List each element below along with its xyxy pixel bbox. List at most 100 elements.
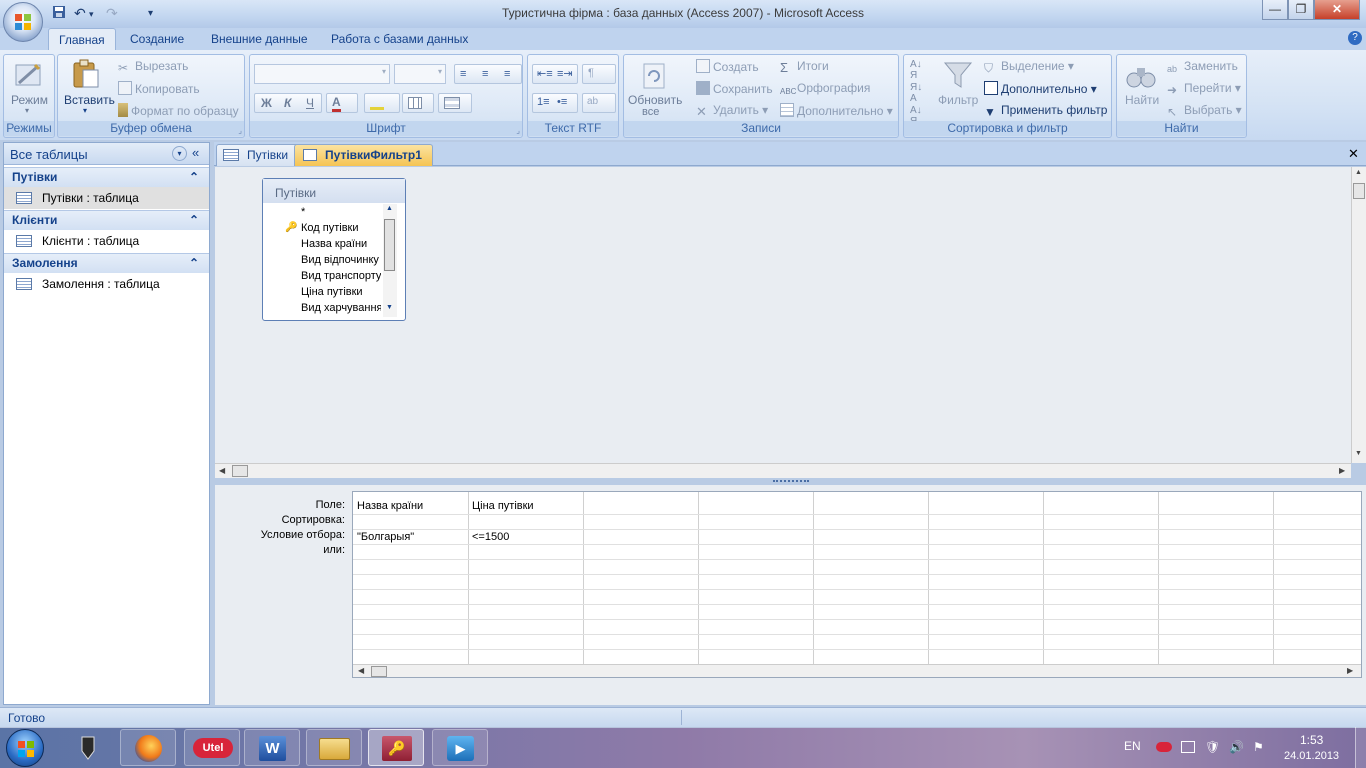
tab-create[interactable]: Создание (120, 28, 194, 50)
office-button[interactable] (3, 2, 43, 42)
nav-item-zamolennya-table[interactable]: Замолення : таблица (4, 273, 209, 295)
security-tray-icon[interactable]: 🛡 (1205, 740, 1220, 754)
field-item[interactable]: Вид харчування (301, 300, 381, 316)
field-item[interactable]: * (301, 204, 381, 220)
scroll-up-icon[interactable]: ▲ (386, 205, 393, 212)
copy-icon (118, 81, 132, 95)
view-button[interactable]: Режим (11, 93, 48, 107)
grid-criteria-cell[interactable]: <=1500 (472, 531, 509, 543)
query-design-grid[interactable]: Назва країни Ціна путівки "Болгарыя" <=1… (352, 491, 1362, 678)
collapse-group-icon[interactable]: ⌃ (189, 211, 199, 230)
align-right-icon: ≡ (504, 68, 511, 80)
doc-tab-putivky[interactable]: Путівки (216, 144, 300, 166)
apply-filter-button[interactable]: ▼ Применить фильтр (984, 103, 1107, 119)
field-item[interactable]: Код путівки (301, 220, 381, 236)
sort-descending-icon: Я↓ А (910, 82, 923, 104)
taskbar-utel[interactable]: Utel (184, 729, 240, 766)
nav-pane-header[interactable]: Все таблицы ▾ « (4, 143, 209, 165)
splitter-grip-icon[interactable] (773, 480, 809, 482)
volume-icon[interactable]: 🔊 (1229, 740, 1244, 754)
language-indicator[interactable]: EN (1124, 739, 1141, 753)
refresh-icon (638, 60, 670, 92)
paste-button[interactable]: Вставить (64, 93, 115, 107)
collapse-group-icon[interactable]: ⌃ (189, 168, 199, 187)
nav-pane-title: Все таблицы (10, 147, 88, 162)
undo-icon[interactable]: ↶ (74, 5, 86, 21)
scroll-left-icon[interactable]: ◀ (358, 666, 364, 675)
upper-hscrollbar[interactable]: ◀ ▶ (215, 463, 1351, 478)
taskbar-media-player[interactable]: ▶ (432, 729, 488, 766)
field-item[interactable]: Вид транспорту (301, 268, 381, 284)
scroll-down-icon[interactable]: ▼ (1355, 450, 1362, 457)
paste-icon (70, 58, 102, 90)
field-item[interactable]: Вид відпочинку (301, 252, 381, 268)
group-records: Обновить все Создать Сохранить ✕ Удалить … (623, 54, 899, 138)
field-item[interactable]: Ціна путівки (301, 284, 381, 300)
grid-criteria-cell[interactable]: "Болгарыя" (357, 531, 414, 543)
clipboard-launcher-icon[interactable]: ⌟ (238, 126, 242, 135)
view-dropdown-icon[interactable]: ▾ (25, 106, 29, 115)
refresh-all-button[interactable]: Обновить (628, 93, 682, 107)
tab-database-tools[interactable]: Работа с базами данных (321, 28, 478, 50)
taskbar-access[interactable]: 🔑 (368, 729, 424, 766)
clock-date[interactable]: 24.01.2013 (1284, 750, 1339, 762)
decrease-indent-icon: ⇤≡ (537, 68, 553, 80)
start-button[interactable] (6, 729, 44, 767)
group-rtf: ⇤≡ ≡⇥ ¶ 1≡ •≡ ab Текст RTF (527, 54, 619, 138)
scroll-up-icon[interactable]: ▲ (1355, 169, 1362, 176)
upper-vscrollbar[interactable]: ▲ ▼ (1351, 167, 1366, 463)
customize-qat-icon[interactable]: ▾ (148, 8, 153, 24)
grid-hscrollbar[interactable]: ◀ ▶ (353, 664, 1361, 677)
taskbar-firefox[interactable] (120, 729, 176, 766)
tab-external-data[interactable]: Внешние данные (201, 28, 318, 50)
nav-group-putivky[interactable]: Путівки ⌃ (4, 167, 209, 187)
nav-menu-dropdown-icon[interactable]: ▾ (172, 146, 187, 161)
utel-tray-icon[interactable] (1156, 742, 1172, 752)
field-item[interactable]: Назва країни (301, 236, 381, 252)
grid-field-cell[interactable]: Ціна путівки (472, 500, 534, 512)
selection-filter-icon: ⛉ (984, 61, 994, 75)
minimize-button[interactable]: — (1262, 0, 1288, 20)
scroll-down-icon[interactable]: ▼ (386, 304, 393, 311)
clock-time[interactable]: 1:53 (1300, 733, 1323, 747)
taskbar-explorer[interactable] (306, 729, 362, 766)
scroll-left-icon[interactable]: ◀ (219, 466, 225, 475)
action-center-icon[interactable]: ⚑ (1253, 740, 1264, 754)
hscroll-thumb[interactable] (371, 666, 387, 677)
taskbar-word[interactable]: W (244, 729, 300, 766)
advanced-filter-button[interactable]: Дополнительно ▾ (984, 81, 1097, 96)
scroll-right-icon[interactable]: ▶ (1347, 666, 1353, 675)
show-desktop-button[interactable] (1355, 727, 1366, 768)
query-icon (303, 149, 317, 161)
tab-home[interactable]: Главная (48, 28, 116, 50)
undo-dropdown-icon[interactable]: ▾ (89, 9, 94, 25)
hscroll-thumb[interactable] (232, 465, 248, 477)
scroll-right-icon[interactable]: ▶ (1339, 466, 1345, 475)
field-list-scrollbar[interactable]: ▲ ▼ (383, 204, 397, 317)
format-painter-button: Формат по образцу (118, 103, 239, 118)
font-launcher-icon[interactable]: ⌟ (516, 126, 520, 135)
close-button[interactable]: ✕ (1314, 0, 1360, 20)
field-list-title: Путівки (263, 179, 405, 203)
nav-group-zamolennya[interactable]: Замолення ⌃ (4, 253, 209, 273)
close-document-icon[interactable]: ✕ (1348, 146, 1359, 162)
nav-item-klienty-table[interactable]: Клієнти : таблица (4, 230, 209, 252)
nav-group-klienty[interactable]: Клієнти ⌃ (4, 210, 209, 230)
nav-item-putivky-table[interactable]: Путівки : таблица (4, 187, 209, 209)
taskbar-app-pinned[interactable] (62, 729, 114, 766)
help-icon[interactable]: ? (1348, 31, 1362, 45)
field-list-putivky[interactable]: Путівки * 🔑 Код путівки Назва країни Вид… (262, 178, 406, 321)
paste-dropdown-icon[interactable]: ▾ (83, 106, 87, 115)
scroll-thumb[interactable] (1353, 183, 1365, 199)
grid-column-divider (813, 492, 814, 664)
collapse-pane-icon[interactable]: « (192, 145, 199, 160)
collapse-group-icon[interactable]: ⌃ (189, 254, 199, 273)
grid-field-cell[interactable]: Назва країни (357, 500, 423, 512)
save-icon[interactable] (52, 5, 66, 21)
scroll-thumb[interactable] (384, 219, 395, 271)
network-tray-icon[interactable] (1181, 741, 1195, 753)
grid-column-divider (1158, 492, 1159, 664)
maximize-button[interactable]: ❐ (1288, 0, 1314, 20)
sigma-icon: Σ (780, 60, 789, 75)
doc-tab-putivky-filter[interactable]: ПутівкиФильтр1 (294, 144, 433, 166)
